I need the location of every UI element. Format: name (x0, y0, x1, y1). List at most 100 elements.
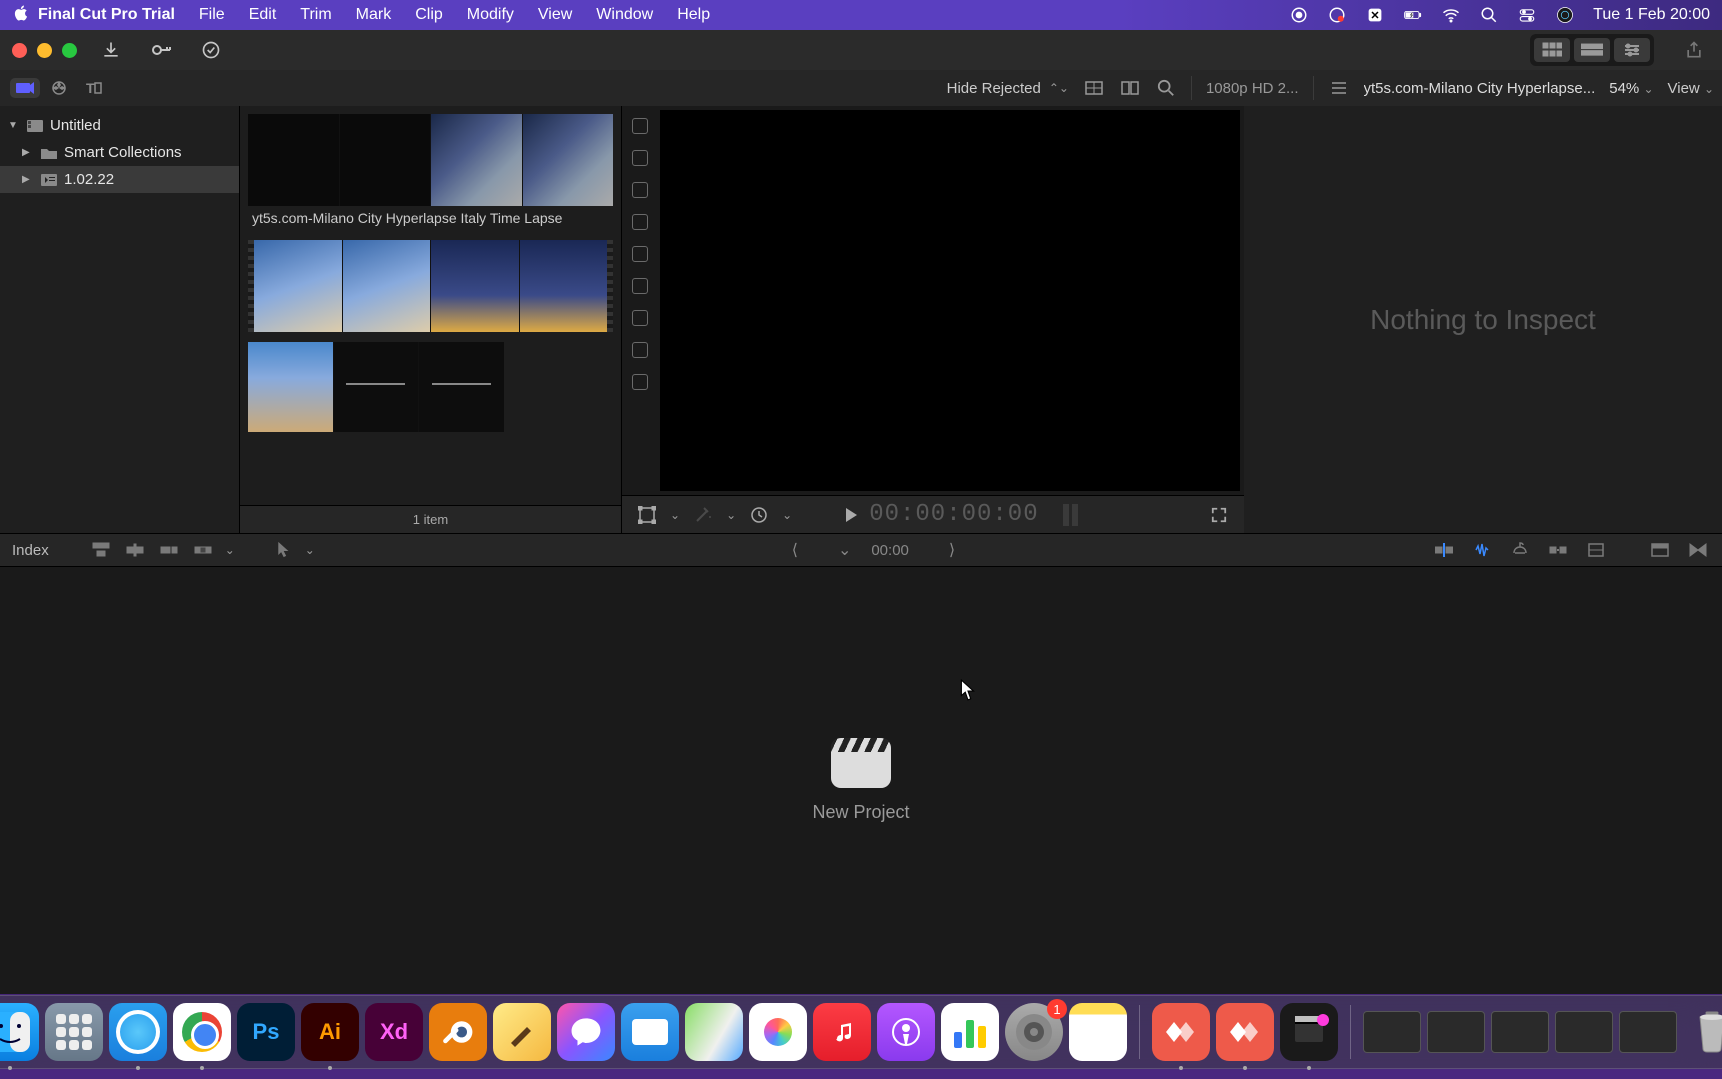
timeline-history-down-icon[interactable]: ⌄ (838, 540, 851, 560)
timeline-next-icon[interactable]: ⟩ (949, 540, 955, 560)
timeline-area[interactable]: New Project (0, 567, 1722, 994)
dock-app-anydesk-2[interactable] (1216, 1003, 1274, 1061)
menu-clip[interactable]: Clip (403, 6, 455, 24)
import-icon[interactable] (95, 38, 127, 62)
library-sidebar-icon[interactable] (8, 74, 42, 102)
titles-sidebar-icon[interactable]: T (76, 74, 110, 102)
play-button[interactable] (846, 508, 857, 522)
connect-clip-icon[interactable] (89, 540, 113, 560)
layout-browser-button[interactable] (1534, 38, 1570, 62)
share-button[interactable] (1678, 38, 1710, 62)
viewer-zoom-dropdown[interactable]: 54% ⌄ (1609, 80, 1653, 97)
dock-app-maps[interactable] (685, 1003, 743, 1061)
viewer-checkbox[interactable] (632, 246, 648, 262)
viewer-canvas-black[interactable] (660, 110, 1240, 491)
status-icon-1[interactable] (1327, 5, 1347, 25)
dock-app-music[interactable] (813, 1003, 871, 1061)
keyword-icon[interactable] (145, 38, 177, 62)
viewer-timecode[interactable]: 00:00:00:00 (869, 501, 1038, 528)
dock-minimized-window[interactable] (1363, 1011, 1421, 1053)
dock-app-photoshop[interactable]: Ps (237, 1003, 295, 1061)
spotlight-icon[interactable] (1479, 5, 1499, 25)
hide-rejected-dropdown[interactable]: Hide Rejected⌃⌄ (947, 80, 1069, 97)
snapping-icon[interactable] (1546, 540, 1570, 560)
viewer-list-icon[interactable] (1328, 78, 1350, 98)
dock-app-settings[interactable]: 1 (1005, 1003, 1063, 1061)
chevron-down-icon[interactable]: ⌄ (225, 543, 235, 557)
apple-menu[interactable] (12, 4, 30, 27)
dock-app-launchpad[interactable] (45, 1003, 103, 1061)
new-project-button[interactable]: New Project (812, 738, 909, 823)
battery-icon[interactable] (1403, 5, 1423, 25)
menubar-datetime[interactable]: Tue 1 Feb 20:00 (1593, 6, 1710, 24)
append-clip-icon[interactable] (157, 540, 181, 560)
dock-app-mail[interactable] (621, 1003, 679, 1061)
dock-minimized-window[interactable] (1491, 1011, 1549, 1053)
menu-file[interactable]: File (187, 6, 237, 24)
dock-app-finder[interactable] (0, 1003, 39, 1061)
viewer-checkbox[interactable] (632, 118, 648, 134)
disclosure-triangle-icon[interactable]: ▶ (22, 147, 34, 158)
menu-help[interactable]: Help (665, 6, 722, 24)
filmstrip-clip[interactable]: yt5s.com-Milano City Hyperlapse Italy Ti… (248, 114, 613, 230)
app-name[interactable]: Final Cut Pro Trial (30, 6, 187, 24)
viewer-checkbox[interactable] (632, 182, 648, 198)
fullscreen-icon[interactable] (1208, 505, 1230, 525)
status-icon-2[interactable] (1365, 5, 1385, 25)
menu-trim[interactable]: Trim (288, 6, 343, 24)
dock-app-notes[interactable] (1069, 1003, 1127, 1061)
clip-appearance-icon[interactable] (1083, 78, 1105, 98)
dock-minimized-window[interactable] (1555, 1011, 1613, 1053)
timeline-index-button[interactable]: Index (12, 542, 49, 559)
siri-icon[interactable] (1555, 5, 1575, 25)
disclosure-triangle-icon[interactable]: ▶ (22, 174, 34, 185)
audio-meters[interactable] (1063, 504, 1078, 526)
filmstrip-clip[interactable] (248, 240, 613, 332)
dock-app-blender[interactable] (429, 1003, 487, 1061)
audio-skimming-icon[interactable] (1470, 540, 1494, 560)
chevron-down-icon[interactable]: ⌄ (726, 508, 736, 522)
timeline-prev-icon[interactable]: ⟨ (792, 540, 798, 560)
dock-app-anydesk[interactable] (1152, 1003, 1210, 1061)
clip-filter-icon[interactable] (1119, 78, 1141, 98)
sidebar-item-event[interactable]: ▶ 1.02.22 (0, 166, 239, 193)
photos-sidebar-icon[interactable] (42, 74, 76, 102)
transitions-browser-icon[interactable] (1686, 540, 1710, 560)
layout-timeline-button[interactable] (1574, 38, 1610, 62)
viewer-checkbox[interactable] (632, 278, 648, 294)
viewer-checkbox[interactable] (632, 214, 648, 230)
viewer-view-dropdown[interactable]: View ⌄ (1668, 80, 1714, 97)
insert-clip-icon[interactable] (123, 540, 147, 560)
dock-app-krita[interactable] (493, 1003, 551, 1061)
filmstrip-clip[interactable] (248, 342, 504, 432)
dock-app-chrome[interactable] (173, 1003, 231, 1061)
wifi-icon[interactable] (1441, 5, 1461, 25)
window-fullscreen-button[interactable] (62, 43, 77, 58)
control-center-icon[interactable] (1517, 5, 1537, 25)
format-label[interactable]: 1080p HD 2... (1206, 80, 1299, 97)
retime-tool-icon[interactable] (748, 505, 770, 525)
disclosure-triangle-icon[interactable]: ▼ (8, 120, 20, 131)
transform-tool-icon[interactable] (636, 505, 658, 525)
sidebar-item-smart-collections[interactable]: ▶ Smart Collections (0, 139, 239, 166)
window-close-button[interactable] (12, 43, 27, 58)
dock-app-safari[interactable] (109, 1003, 167, 1061)
viewer-project-title[interactable]: yt5s.com-Milano City Hyperlapse... (1364, 80, 1596, 97)
menu-window[interactable]: Window (584, 6, 665, 24)
chevron-down-icon[interactable]: ⌄ (305, 543, 315, 557)
chevron-down-icon[interactable]: ⌄ (782, 508, 792, 522)
dock-app-photos[interactable] (749, 1003, 807, 1061)
dock-app-podcasts[interactable] (877, 1003, 935, 1061)
dock-app-numbers[interactable] (941, 1003, 999, 1061)
clip-appearance-icon[interactable] (1584, 540, 1608, 560)
viewer-checkbox[interactable] (632, 150, 648, 166)
skimming-icon[interactable] (1432, 540, 1456, 560)
menu-edit[interactable]: Edit (237, 6, 289, 24)
dock-app-xd[interactable]: Xd (365, 1003, 423, 1061)
library-header[interactable]: ▼ Untitled (0, 112, 239, 139)
menu-mark[interactable]: Mark (344, 6, 404, 24)
dock-app-illustrator[interactable]: Ai (301, 1003, 359, 1061)
menu-modify[interactable]: Modify (455, 6, 526, 24)
background-tasks-icon[interactable] (195, 38, 227, 62)
layout-inspector-button[interactable] (1614, 38, 1650, 62)
